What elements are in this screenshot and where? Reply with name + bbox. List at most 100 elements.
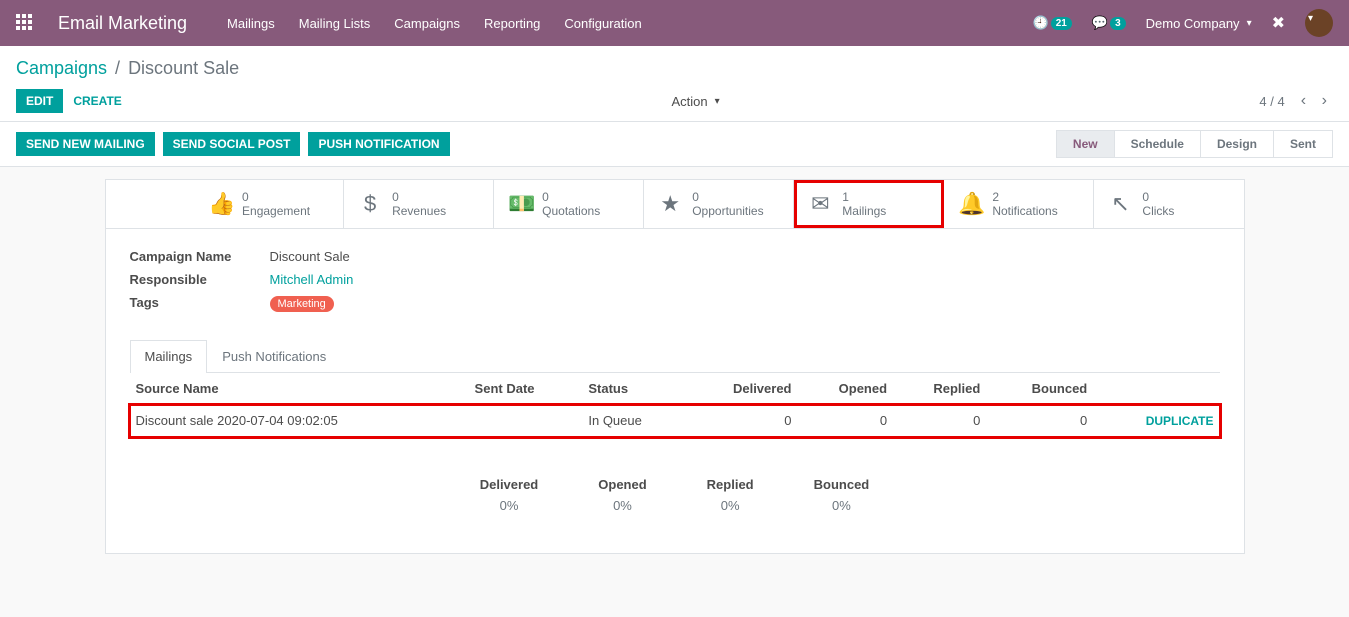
campaign-name-value: Discount Sale (270, 249, 350, 264)
nav-mailings[interactable]: Mailings (227, 16, 275, 31)
control-panel: Campaigns / Discount Sale Edit Create Ac… (0, 46, 1349, 122)
th-delivered[interactable]: Delivered (686, 373, 798, 405)
summary-opened: Opened 0% (598, 477, 646, 513)
summary-delivered: Delivered 0% (480, 477, 539, 513)
step-schedule[interactable]: Schedule (1114, 130, 1201, 158)
table-row[interactable]: Discount sale 2020-07-04 09:02:05 In Que… (130, 405, 1220, 437)
stat-mailings[interactable]: ✉ 1Mailings (794, 180, 944, 228)
th-replied[interactable]: Replied (893, 373, 986, 405)
summary-bounced-value: 0% (814, 498, 870, 513)
stat-revenues[interactable]: $ 0Revenues (344, 180, 494, 228)
cell-status: In Queue (582, 405, 686, 437)
step-new[interactable]: New (1056, 130, 1115, 158)
nav-reporting[interactable]: Reporting (484, 16, 540, 31)
debug-icon[interactable]: ✖ (1272, 13, 1285, 33)
cell-replied: 0 (893, 405, 986, 437)
stat-clicks-label: Clicks (1142, 204, 1174, 218)
breadcrumb-separator: / (115, 58, 120, 79)
tabs: Mailings Push Notifications (130, 340, 1220, 373)
stat-quotations-label: Quotations (542, 204, 600, 218)
summary-replied: Replied 0% (707, 477, 754, 513)
action-dropdown[interactable]: Action (672, 94, 720, 109)
tab-mailings[interactable]: Mailings (130, 340, 208, 373)
send-new-mailing-button[interactable]: Send New Mailing (16, 132, 155, 156)
stat-revenues-count: 0 (392, 190, 446, 204)
breadcrumb-root[interactable]: Campaigns (16, 58, 107, 79)
stat-engagement-count: 0 (242, 190, 310, 204)
stat-engagement[interactable]: 👍 0Engagement (194, 180, 344, 228)
create-button[interactable]: Create (63, 89, 131, 113)
stat-opportunities-count: 0 (692, 190, 763, 204)
summary-replied-label: Replied (707, 477, 754, 492)
cell-delivered: 0 (686, 405, 798, 437)
bell-icon: 🔔 (958, 191, 982, 217)
company-switcher[interactable]: Demo Company (1146, 16, 1252, 31)
stat-revenues-label: Revenues (392, 204, 446, 218)
stat-mailings-label: Mailings (842, 204, 886, 218)
clock-icon: 🕘 (1033, 15, 1049, 31)
thumbs-up-icon: 👍 (208, 191, 232, 217)
th-sent-date[interactable]: Sent Date (469, 373, 583, 405)
stat-opportunities[interactable]: ★ 0Opportunities (644, 180, 794, 228)
pager-position: 4 / 4 (1259, 94, 1284, 109)
envelope-icon: ✉ (808, 191, 832, 217)
th-bounced[interactable]: Bounced (986, 373, 1093, 405)
tag-marketing[interactable]: Marketing (270, 296, 334, 312)
th-source[interactable]: Source Name (130, 373, 469, 405)
cursor-icon: ↖ (1108, 191, 1132, 217)
duplicate-button[interactable]: Duplicate (1146, 414, 1214, 428)
summary-bounced-label: Bounced (814, 477, 870, 492)
send-social-post-button[interactable]: Send Social Post (163, 132, 301, 156)
statusbar: Send New Mailing Send Social Post Push N… (0, 122, 1349, 167)
edit-button[interactable]: Edit (16, 89, 63, 113)
push-notification-button[interactable]: Push Notification (308, 132, 449, 156)
summary: Delivered 0% Opened 0% Replied 0% Bounce… (106, 437, 1244, 553)
stat-mailings-count: 1 (842, 190, 886, 204)
mailings-table: Source Name Sent Date Status Delivered O… (106, 373, 1244, 437)
form-fields: Campaign Name Discount Sale Responsible … (106, 229, 1244, 328)
apps-grid-icon[interactable] (16, 14, 34, 32)
summary-replied-value: 0% (707, 498, 754, 513)
stat-quotations[interactable]: 💵 0Quotations (494, 180, 644, 228)
summary-bounced: Bounced 0% (814, 477, 870, 513)
app-brand[interactable]: Email Marketing (58, 13, 187, 34)
topbar: Email Marketing Mailings Mailing Lists C… (0, 0, 1349, 46)
company-name: Demo Company (1146, 16, 1240, 31)
stat-engagement-label: Engagement (242, 204, 310, 218)
nav-configuration[interactable]: Configuration (564, 16, 641, 31)
tab-push-notifications[interactable]: Push Notifications (207, 340, 341, 372)
campaign-name-label: Campaign Name (130, 249, 270, 264)
cell-source: Discount sale 2020-07-04 09:02:05 (130, 405, 469, 437)
nav-campaigns[interactable]: Campaigns (394, 16, 460, 31)
star-icon: ★ (658, 191, 682, 217)
th-action (1093, 373, 1219, 405)
user-avatar[interactable] (1305, 9, 1333, 37)
messaging-button[interactable]: 💬 3 (1092, 15, 1126, 31)
main-nav: Mailings Mailing Lists Campaigns Reporti… (227, 16, 642, 31)
summary-delivered-value: 0% (480, 498, 539, 513)
stat-clicks[interactable]: ↖ 0Clicks (1094, 180, 1243, 228)
cell-sent-date (469, 405, 583, 437)
step-sent[interactable]: Sent (1273, 130, 1333, 158)
topbar-right: 🕘 21 💬 3 Demo Company ✖ (1033, 9, 1333, 37)
stat-clicks-count: 0 (1142, 190, 1174, 204)
pager-prev-icon[interactable]: ‹ (1295, 92, 1312, 109)
breadcrumb: Campaigns / Discount Sale (16, 58, 1333, 79)
th-opened[interactable]: Opened (798, 373, 894, 405)
chat-icon: 💬 (1092, 15, 1108, 31)
stat-quotations-count: 0 (542, 190, 600, 204)
status-steps: New Schedule Design Sent (1057, 130, 1333, 158)
activities-button[interactable]: 🕘 21 (1033, 15, 1072, 31)
pager-next-icon[interactable]: › (1316, 92, 1333, 109)
form-sheet: 👍 0Engagement $ 0Revenues 💵 0Quotations … (105, 179, 1245, 554)
stat-notifications[interactable]: 🔔 2Notifications (944, 180, 1094, 228)
th-status[interactable]: Status (582, 373, 686, 405)
summary-opened-label: Opened (598, 477, 646, 492)
responsible-link[interactable]: Mitchell Admin (270, 272, 354, 287)
money-icon: 💵 (508, 191, 532, 217)
breadcrumb-current: Discount Sale (128, 58, 239, 79)
nav-mailing-lists[interactable]: Mailing Lists (299, 16, 371, 31)
action-label: Action (672, 94, 708, 109)
cell-opened: 0 (798, 405, 894, 437)
step-design[interactable]: Design (1200, 130, 1274, 158)
